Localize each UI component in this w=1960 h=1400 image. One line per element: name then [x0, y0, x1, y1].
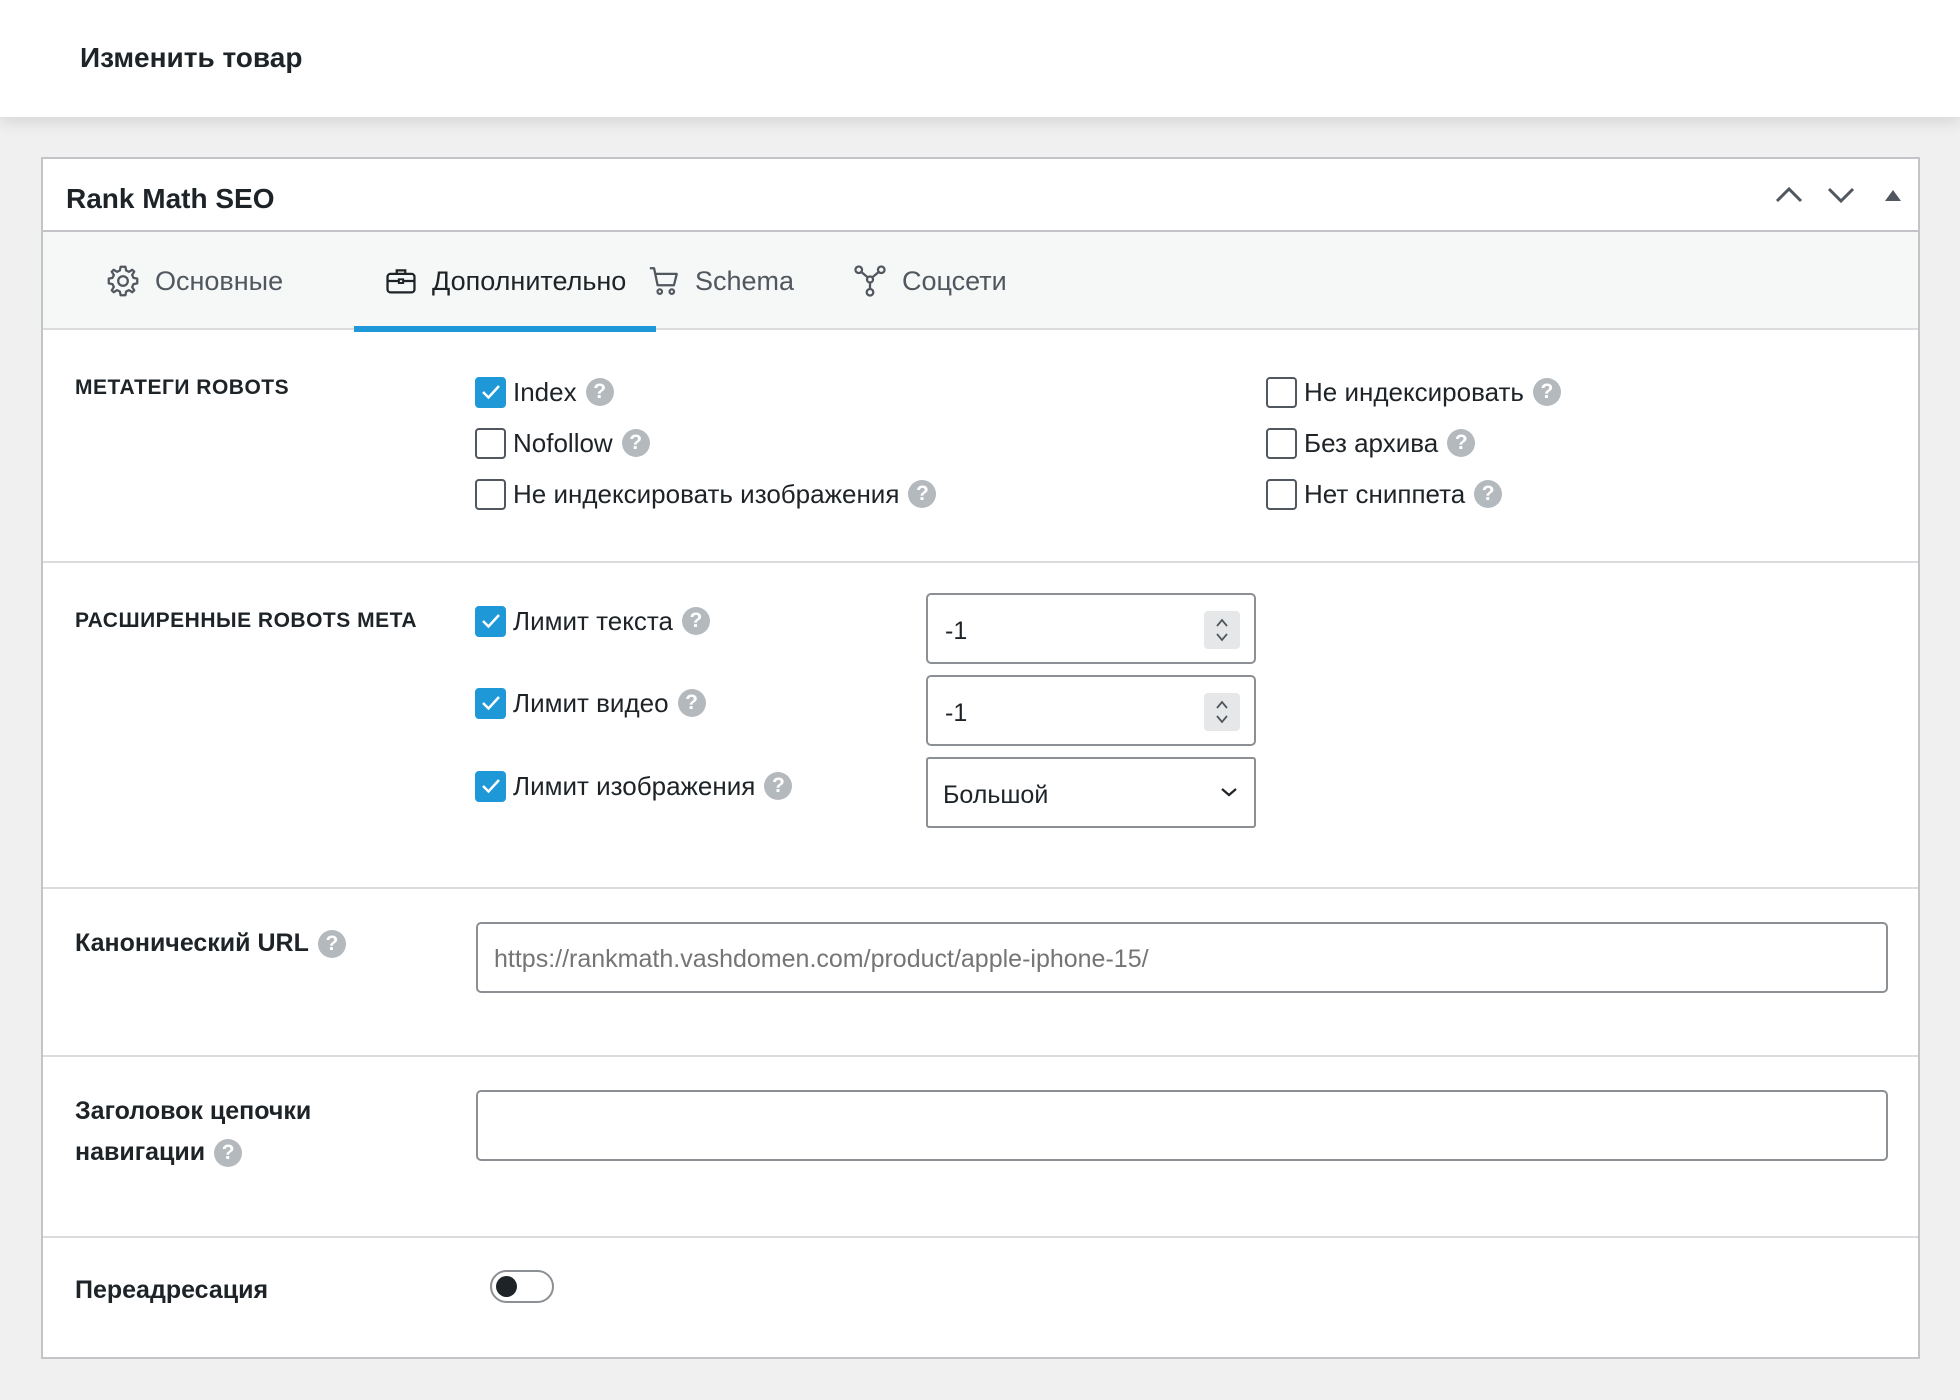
- max-video-value: -1: [945, 699, 968, 727]
- number-spinner[interactable]: [1204, 611, 1240, 649]
- max-video-checkbox[interactable]: [475, 687, 506, 719]
- help-icon[interactable]: ?: [1447, 429, 1476, 457]
- share-icon: [854, 265, 886, 297]
- checkmark-icon: [481, 779, 500, 794]
- collapse-panel-button[interactable]: [1875, 177, 1911, 213]
- top-bar: Изменить товар: [0, 0, 1960, 117]
- redirect-section: Переадресация: [43, 1238, 1918, 1357]
- help-icon[interactable]: ?: [1532, 378, 1561, 406]
- max-snippet-option[interactable]: Лимит текста ?: [475, 603, 710, 639]
- help-icon[interactable]: ?: [621, 429, 650, 457]
- tab-bar: Основные Дополнительно Schema Соцсети: [43, 232, 1918, 332]
- triangle-up-icon: [1885, 190, 1901, 201]
- panel-header: Rank Math SEO: [43, 159, 1918, 232]
- robots-meta-label: МЕТАТЕГИ ROBOTS: [75, 376, 290, 399]
- index-checkbox[interactable]: [475, 376, 506, 408]
- max-image-select[interactable]: Большой: [926, 757, 1256, 828]
- checkmark-icon: [481, 385, 500, 400]
- cart-icon: [649, 267, 678, 295]
- robots-noimageindex-option[interactable]: Не индексировать изображения ?: [475, 476, 937, 512]
- breadcrumb-label-line1: Заголовок цепочки: [75, 1097, 312, 1125]
- tab-social-label: Соцсети: [902, 265, 1007, 296]
- max-snippet-value: -1: [945, 617, 968, 645]
- chevron-up-icon: [1775, 186, 1803, 203]
- move-down-button[interactable]: [1823, 177, 1859, 213]
- nofollow-checkbox[interactable]: [475, 427, 506, 459]
- noarchive-checkbox[interactable]: [1266, 427, 1297, 459]
- robots-nofollow-option[interactable]: Nofollow ?: [475, 425, 650, 461]
- breadcrumb-label-line2-wrap: навигации ?: [75, 1132, 311, 1173]
- tab-schema-label: Schema: [695, 265, 795, 296]
- help-icon[interactable]: ?: [764, 772, 793, 800]
- robots-nosnippet-option[interactable]: Нет сниппета ?: [1266, 476, 1503, 512]
- chevron-down-icon: [1221, 788, 1237, 797]
- noindex-label: Не индексировать: [1304, 376, 1524, 407]
- tab-general[interactable]: Основные: [105, 232, 283, 330]
- max-image-option[interactable]: Лимит изображения ?: [475, 768, 793, 804]
- nosnippet-label: Нет сниппета: [1304, 478, 1466, 509]
- tab-social[interactable]: Соцсети: [852, 232, 1007, 330]
- max-image-checkbox[interactable]: [475, 770, 506, 802]
- move-up-button[interactable]: [1771, 177, 1807, 213]
- help-icon[interactable]: ?: [317, 929, 346, 958]
- number-spinner[interactable]: [1204, 693, 1240, 731]
- tab-schema[interactable]: Schema: [647, 232, 794, 330]
- noimageindex-checkbox[interactable]: [475, 478, 506, 510]
- breadcrumb-title-input[interactable]: [476, 1090, 1888, 1161]
- redirect-label: Переадресация: [75, 1276, 269, 1304]
- robots-index-option[interactable]: Index ?: [475, 374, 614, 410]
- tab-advanced-label: Дополнительно: [432, 265, 627, 296]
- redirect-toggle[interactable]: [490, 1270, 554, 1303]
- noindex-checkbox[interactable]: [1266, 376, 1297, 408]
- briefcase-icon: [386, 269, 416, 294]
- chevron-down-icon: [1827, 187, 1855, 204]
- tab-general-label: Основные: [155, 265, 284, 296]
- checkmark-icon: [481, 614, 500, 629]
- max-video-option[interactable]: Лимит видео ?: [475, 685, 706, 721]
- panel-title: Rank Math SEO: [66, 183, 275, 214]
- help-icon[interactable]: ?: [677, 689, 706, 717]
- help-icon[interactable]: ?: [585, 378, 614, 406]
- checkmark-icon: [481, 696, 500, 711]
- help-icon[interactable]: ?: [1474, 480, 1503, 508]
- advanced-robots-label: РАСШИРЕННЫЕ ROBOTS META: [75, 609, 418, 632]
- breadcrumb-section: Заголовок цепочки навигации ?: [43, 1057, 1918, 1238]
- max-video-input[interactable]: -1: [926, 675, 1256, 746]
- canonical-url-placeholder: https://rankmath.vashdomen.com/product/a…: [494, 945, 1149, 973]
- help-icon[interactable]: ?: [908, 480, 937, 508]
- max-image-label: Лимит изображения: [513, 770, 756, 801]
- canonical-section: Канонический URL ? https://rankmath.vash…: [43, 889, 1918, 1057]
- page-title: Изменить товар: [80, 42, 303, 73]
- max-snippet-input[interactable]: -1: [926, 593, 1256, 664]
- max-snippet-checkbox[interactable]: [475, 605, 506, 637]
- max-video-label: Лимит видео: [513, 687, 669, 718]
- noarchive-label: Без архива: [1304, 427, 1439, 458]
- index-label: Index: [513, 376, 577, 407]
- noimageindex-label: Не индексировать изображения: [513, 478, 900, 509]
- advanced-robots-section: РАСШИРЕННЫЕ ROBOTS META Лимит текста ? -…: [43, 563, 1918, 889]
- robots-noindex-option[interactable]: Не индексировать ?: [1266, 374, 1561, 410]
- max-snippet-label: Лимит текста: [513, 605, 673, 636]
- nosnippet-checkbox[interactable]: [1266, 478, 1297, 510]
- canonical-url-input[interactable]: https://rankmath.vashdomen.com/product/a…: [476, 922, 1888, 993]
- max-image-value: Большой: [943, 781, 1049, 809]
- help-icon[interactable]: ?: [681, 607, 710, 635]
- tab-advanced[interactable]: Дополнительно: [354, 232, 657, 332]
- robots-meta-section: МЕТАТЕГИ ROBOTS Index ? Nofollow ? Не ин…: [43, 330, 1918, 563]
- robots-noarchive-option[interactable]: Без архива ?: [1266, 425, 1476, 461]
- spinner-arrows-icon: [1216, 618, 1228, 642]
- help-icon[interactable]: ?: [214, 1138, 243, 1167]
- canonical-label-wrap: Канонический URL ?: [75, 923, 346, 964]
- breadcrumb-label-wrap: Заголовок цепочки навигации ?: [75, 1091, 311, 1173]
- nofollow-label: Nofollow: [513, 427, 613, 458]
- breadcrumb-label-line2: навигации: [75, 1138, 206, 1166]
- canonical-label: Канонический URL: [75, 929, 309, 957]
- gear-icon: [107, 265, 139, 297]
- rank-math-panel: Rank Math SEO Основные Дополнительно Sch…: [41, 157, 1920, 1359]
- spinner-arrows-icon: [1216, 700, 1228, 724]
- toggle-knob: [496, 1276, 517, 1297]
